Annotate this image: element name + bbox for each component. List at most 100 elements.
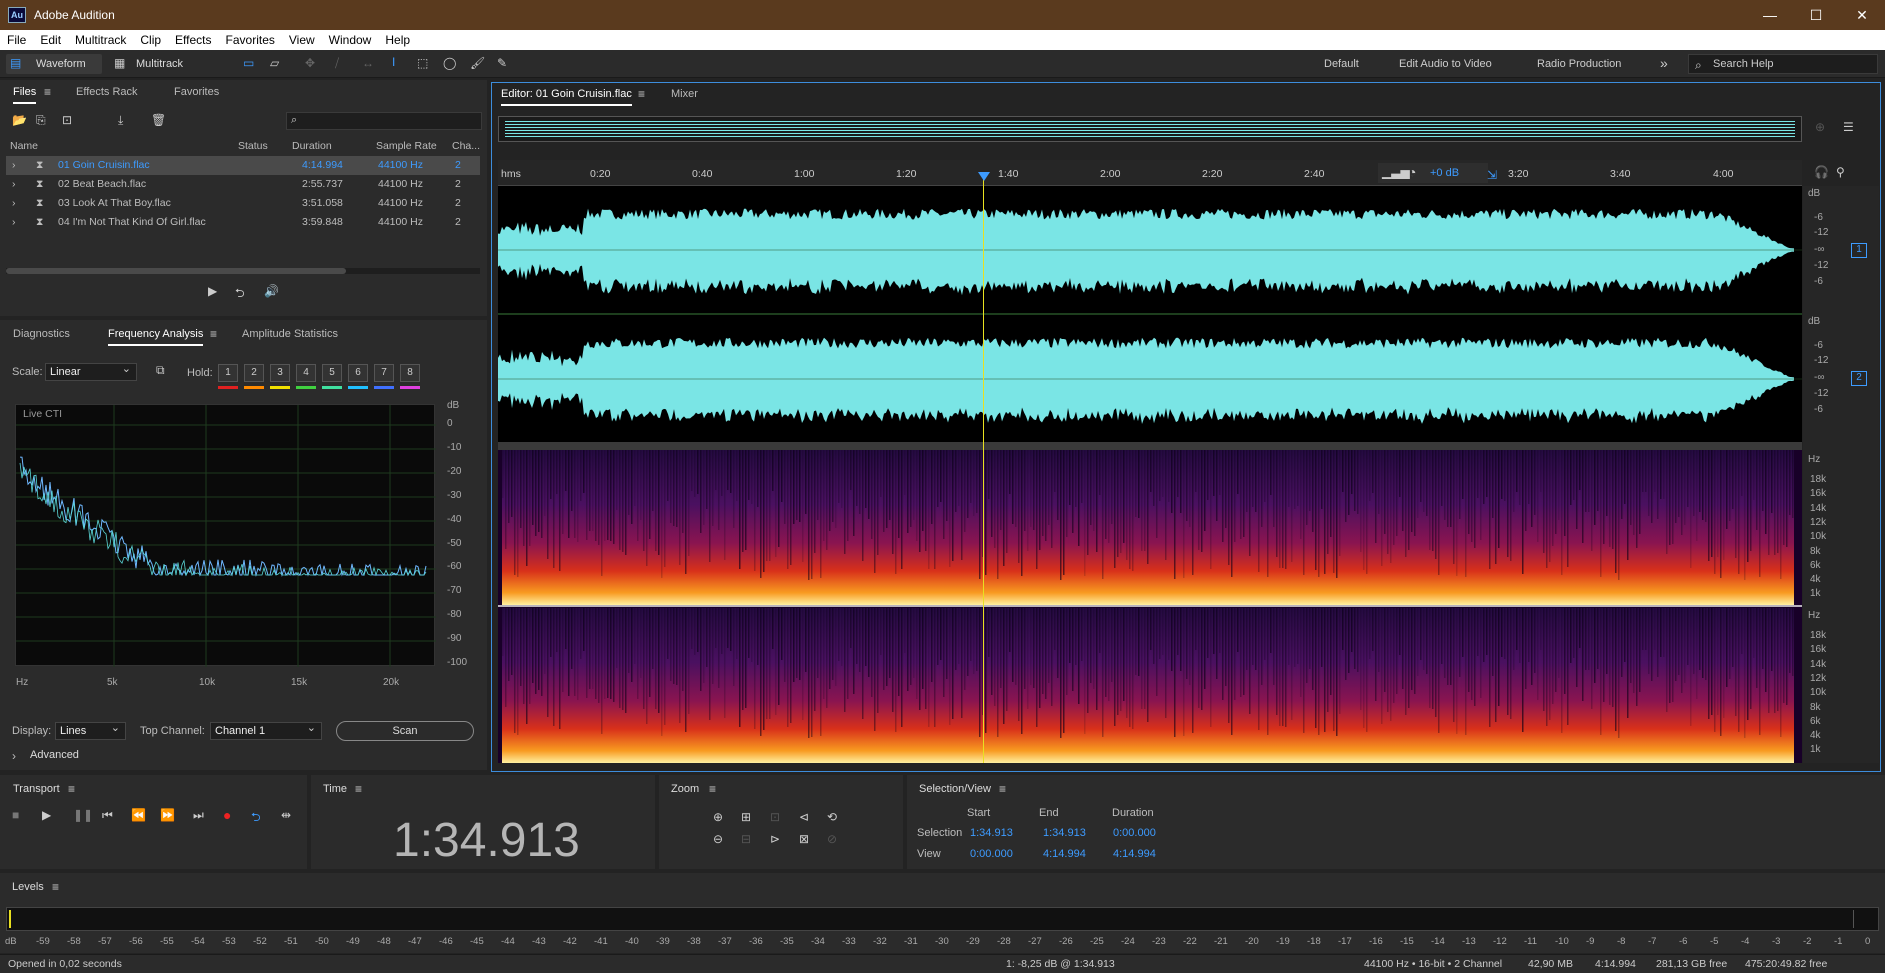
top-channel-dropdown[interactable]: Channel 1: [210, 720, 322, 740]
menu-help[interactable]: Help: [378, 33, 417, 47]
selection-duration[interactable]: 0:00.000: [1113, 827, 1156, 839]
hold-7-button[interactable]: 7: [374, 364, 394, 382]
channel-1-badge[interactable]: 1: [1851, 243, 1867, 258]
workspace-radio-production[interactable]: Radio Production: [1537, 58, 1621, 70]
menu-effects[interactable]: Effects: [168, 33, 218, 47]
clip-indicator[interactable]: [1853, 910, 1877, 928]
panel-menu-icon[interactable]: ≡: [68, 782, 75, 796]
autoplay-icon[interactable]: 🔊: [264, 284, 279, 298]
panel-menu-icon[interactable]: ≡: [210, 327, 217, 341]
panel-menu-icon[interactable]: ≡: [52, 880, 59, 894]
next-icon[interactable]: ⏭: [193, 808, 204, 823]
open-file-icon[interactable]: 📂: [12, 113, 27, 127]
minimize-button[interactable]: —: [1747, 0, 1793, 30]
hold-3-button[interactable]: 3: [270, 364, 290, 382]
search-help-input[interactable]: ⌕ Search Help: [1688, 54, 1878, 74]
playhead[interactable]: [983, 178, 984, 763]
view-duration[interactable]: 4:14.994: [1113, 848, 1156, 860]
menu-favorites[interactable]: Favorites: [219, 33, 282, 47]
spectral-display[interactable]: [498, 450, 1802, 763]
display-dropdown[interactable]: Lines: [55, 720, 126, 740]
waveform-display[interactable]: [498, 186, 1802, 442]
file-row[interactable]: › ⧗ 01 Goin Cruisin.flac 4:14.994 44100 H…: [6, 156, 480, 175]
zoom-out-full-icon[interactable]: ⊘: [827, 832, 837, 846]
tab-favorites[interactable]: Favorites: [174, 86, 219, 98]
hold-6-button[interactable]: 6: [348, 364, 368, 382]
play-icon[interactable]: ▶: [42, 808, 51, 822]
panel-menu-icon[interactable]: ≡: [355, 782, 362, 796]
tab-editor[interactable]: Editor: 01 Goin Cruisin.flac: [501, 88, 632, 106]
maximize-button[interactable]: ☐: [1793, 0, 1839, 30]
hold-5-button[interactable]: 5: [322, 364, 342, 382]
zoom-icon[interactable]: ⊕: [1815, 120, 1825, 134]
spectral-frequency-icon[interactable]: ▭: [243, 56, 254, 70]
fast-forward-icon[interactable]: ⏩: [160, 808, 175, 822]
insert-icon[interactable]: ⤓: [118, 113, 123, 128]
loop-preview-icon[interactable]: ⮌: [235, 284, 245, 305]
view-start[interactable]: 0:00.000: [970, 848, 1013, 860]
horizontal-scrollbar[interactable]: [6, 268, 480, 274]
selection-start[interactable]: 1:34.913: [970, 827, 1013, 839]
panel-menu-icon[interactable]: ≡: [638, 87, 645, 101]
tab-mixer[interactable]: Mixer: [671, 88, 698, 100]
advanced-toggle-icon[interactable]: ›: [12, 749, 16, 763]
scan-button[interactable]: Scan: [336, 721, 474, 741]
files-search-input[interactable]: ⌕: [286, 112, 482, 130]
volume-knob-icon[interactable]: ◔: [1408, 164, 1416, 180]
file-row[interactable]: › ⧗ 02 Beat Beach.flac 2:55.737 44100 Hz …: [6, 175, 480, 194]
spot-healing-icon[interactable]: ✎: [497, 56, 507, 70]
tab-files[interactable]: Files: [13, 86, 37, 104]
multitrack-view-button[interactable]: ▦ Multitrack: [112, 54, 196, 74]
zoom-out-amplitude-icon[interactable]: ⊖: [713, 832, 723, 846]
col-duration[interactable]: Duration: [292, 140, 332, 152]
tab-frequency-analysis[interactable]: Frequency Analysis: [108, 328, 204, 346]
menu-view[interactable]: View: [282, 33, 322, 47]
waveform-view-button[interactable]: ▤ Waveform: [6, 54, 102, 74]
file-row[interactable]: › ⧗ 04 I'm Not That Kind Of Girl.flac 3:5…: [6, 213, 480, 232]
loop-icon[interactable]: ⮌: [251, 808, 261, 829]
stop-icon[interactable]: ■: [12, 808, 19, 822]
list-icon[interactable]: ☰: [1843, 120, 1854, 134]
menu-window[interactable]: Window: [322, 33, 379, 47]
hold-1-button[interactable]: 1: [218, 364, 238, 382]
zoom-selection-icon[interactable]: ⊡: [770, 810, 780, 824]
new-file-icon[interactable]: ⊡: [62, 113, 72, 127]
view-end[interactable]: 4:14.994: [1043, 848, 1086, 860]
marker-icon[interactable]: ⚲: [1836, 165, 1845, 179]
col-sample-rate[interactable]: Sample Rate: [376, 140, 437, 152]
headphones-icon[interactable]: 🎧: [1814, 165, 1829, 179]
panel-menu-icon[interactable]: ≡: [709, 782, 716, 796]
import-icon[interactable]: ⎘: [36, 113, 46, 128]
menu-clip[interactable]: Clip: [133, 33, 168, 47]
spectral-divider[interactable]: [498, 442, 1802, 450]
scrollbar-thumb[interactable]: [6, 268, 346, 274]
file-row[interactable]: › ⧗ 03 Look At That Boy.flac 3:51.058 441…: [6, 194, 480, 213]
tab-diagnostics[interactable]: Diagnostics: [13, 328, 70, 340]
hold-8-button[interactable]: 8: [400, 364, 420, 382]
zoom-out-left-icon[interactable]: ⊳: [770, 832, 780, 846]
time-selection-tool-icon[interactable]: I: [392, 55, 395, 69]
scale-dropdown[interactable]: Linear: [45, 361, 137, 381]
pause-icon[interactable]: ❚❚: [73, 808, 93, 822]
playhead-handle[interactable]: [978, 172, 990, 181]
selection-end[interactable]: 1:34.913: [1043, 827, 1086, 839]
record-icon[interactable]: ●: [223, 807, 231, 823]
close-button[interactable]: ✕: [1839, 0, 1885, 30]
razor-tool-icon[interactable]: ⧸: [335, 56, 339, 71]
hold-2-button[interactable]: 2: [244, 364, 264, 382]
tab-amplitude-statistics[interactable]: Amplitude Statistics: [242, 328, 338, 340]
copy-icon[interactable]: ⧉: [156, 363, 165, 378]
delete-icon[interactable]: 🗑: [151, 113, 166, 127]
workspace-default[interactable]: Default: [1324, 58, 1359, 70]
col-name[interactable]: Name: [10, 140, 38, 152]
panel-menu-icon[interactable]: ≡: [999, 782, 1006, 796]
hold-4-button[interactable]: 4: [296, 364, 316, 382]
more-workspaces-button[interactable]: »: [1660, 55, 1668, 71]
skip-selection-icon[interactable]: ⇹: [281, 808, 291, 822]
pin-icon[interactable]: ⇲: [1487, 168, 1497, 182]
menu-multitrack[interactable]: Multitrack: [68, 33, 133, 47]
lasso-tool-icon[interactable]: ◯: [443, 56, 456, 70]
zoom-out-time-icon[interactable]: ⊟: [741, 832, 751, 846]
brush-tool-icon[interactable]: 🖌: [470, 56, 485, 70]
slip-tool-icon[interactable]: ↔: [362, 56, 374, 70]
